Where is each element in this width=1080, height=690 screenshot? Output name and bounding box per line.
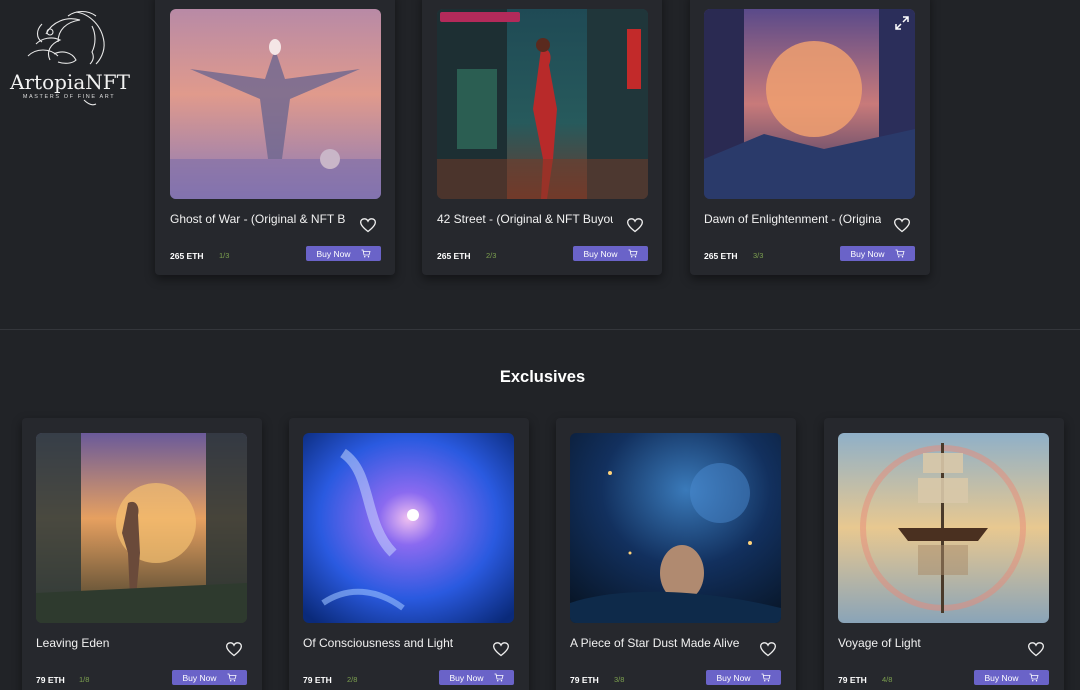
artwork-edition: 2/8 — [347, 675, 358, 684]
heart-outline-icon[interactable] — [760, 642, 776, 657]
artwork-image[interactable] — [36, 433, 247, 623]
artwork-edition: 4/8 — [882, 675, 893, 684]
artwork-card[interactable]: Of Consciousness and Light 79 ETH 2/8 Bu… — [289, 418, 529, 690]
expand-icon[interactable] — [894, 15, 910, 31]
artwork-price: 79 ETH — [303, 675, 332, 685]
buy-now-button[interactable]: Buy Now — [439, 670, 514, 685]
artwork-edition: 1/8 — [79, 675, 90, 684]
artwork-card[interactable]: Voyage of Light 79 ETH 4/8 Buy Now — [824, 418, 1064, 690]
artwork-title[interactable]: Of Consciousness and Light — [303, 636, 479, 650]
artwork-price: 265 ETH — [437, 251, 471, 261]
buy-now-button[interactable]: Buy Now — [306, 246, 381, 261]
artwork-title[interactable]: A Piece of Star Dust Made Alive — [570, 636, 746, 650]
artwork-edition: 2/3 — [486, 251, 497, 260]
cart-icon — [361, 249, 371, 258]
artwork-price: 265 ETH — [170, 251, 204, 261]
artwork-card[interactable]: Dawn of Enlightenment - (Original & NFT … — [690, 0, 930, 275]
artwork-image[interactable] — [437, 9, 648, 199]
cart-icon — [628, 249, 638, 258]
buy-now-label: Buy Now — [449, 672, 484, 683]
buy-now-button[interactable]: Buy Now — [172, 670, 247, 685]
heart-outline-icon[interactable] — [894, 218, 910, 233]
artwork-edition: 1/3 — [219, 251, 230, 260]
buy-now-label: Buy Now — [984, 672, 1019, 683]
artwork-title[interactable]: Ghost of War - (Original & NFT Buyout) — [170, 212, 346, 226]
brand-name: ArtopiaNFT — [10, 70, 130, 94]
artwork-price: 79 ETH — [36, 675, 65, 685]
heart-outline-icon[interactable] — [226, 642, 242, 657]
buy-now-button[interactable]: Buy Now — [840, 246, 915, 261]
brand-tagline: MASTERS OF FINE ART — [22, 94, 116, 100]
artwork-card[interactable]: 42 Street - (Original & NFT Buyout) 265 … — [422, 0, 662, 275]
section-heading-exclusives: Exclusives — [499, 368, 586, 386]
artwork-title[interactable]: Dawn of Enlightenment - (Original & NFT … — [704, 212, 881, 226]
artwork-title[interactable]: Voyage of Light — [838, 636, 1014, 650]
heart-outline-icon[interactable] — [360, 218, 376, 233]
artwork-price: 79 ETH — [838, 675, 867, 685]
cart-icon — [761, 673, 771, 682]
buy-now-label: Buy Now — [583, 248, 618, 259]
cart-icon — [494, 673, 504, 682]
buy-now-label: Buy Now — [316, 248, 351, 259]
artwork-edition: 3/3 — [753, 251, 764, 260]
buy-now-button[interactable]: Buy Now — [573, 246, 648, 261]
buy-now-label: Buy Now — [850, 248, 885, 259]
cart-icon — [895, 249, 905, 258]
buy-now-label: Buy Now — [716, 672, 751, 683]
artwork-price: 265 ETH — [704, 251, 738, 261]
artwork-image[interactable] — [570, 433, 781, 623]
heart-outline-icon[interactable] — [493, 642, 509, 657]
artwork-image[interactable] — [303, 433, 514, 623]
artwork-image[interactable] — [170, 9, 381, 199]
artwork-image[interactable] — [704, 9, 915, 199]
buy-now-button[interactable]: Buy Now — [706, 670, 781, 685]
artwork-card[interactable]: Ghost of War - (Original & NFT Buyout) 2… — [155, 0, 395, 275]
artwork-price: 79 ETH — [570, 675, 599, 685]
section-divider — [0, 329, 1080, 330]
artwork-edition: 3/8 — [614, 675, 625, 684]
cart-icon — [1029, 673, 1039, 682]
artwork-card[interactable]: Leaving Eden 79 ETH 1/8 Buy Now — [22, 418, 262, 690]
artwork-title[interactable]: 42 Street - (Original & NFT Buyout) — [437, 212, 613, 226]
artwork-card[interactable]: A Piece of Star Dust Made Alive 79 ETH 3… — [556, 418, 796, 690]
buy-now-label: Buy Now — [182, 672, 217, 683]
artwork-title[interactable]: Leaving Eden — [36, 636, 212, 650]
heart-outline-icon[interactable] — [627, 218, 643, 233]
heart-outline-icon[interactable] — [1028, 642, 1044, 657]
artwork-image[interactable] — [838, 433, 1049, 623]
brand-logo[interactable]: ArtopiaNFT MASTERS OF FINE ART — [6, 4, 130, 112]
cart-icon — [227, 673, 237, 682]
buy-now-button[interactable]: Buy Now — [974, 670, 1049, 685]
